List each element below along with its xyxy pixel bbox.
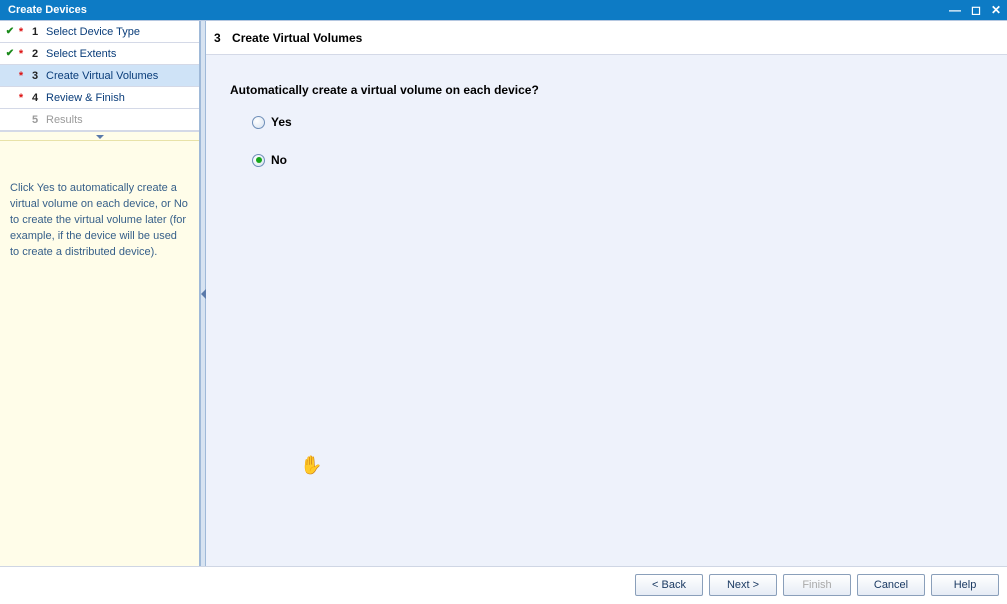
maximize-button[interactable]: ◻ [969, 4, 983, 16]
required-icon: * [16, 26, 26, 38]
step-review-finish[interactable]: * 4 Review & Finish [0, 87, 199, 109]
content: 3 Create Virtual Volumes Automatically c… [206, 21, 1007, 566]
radio-no[interactable]: No [252, 153, 983, 167]
content-body: Automatically create a virtual volume on… [206, 55, 1007, 566]
step-select-device-type[interactable]: ✔ * 1 Select Device Type [0, 21, 199, 43]
radio-yes[interactable]: Yes [252, 115, 983, 129]
step-number: 1 [26, 26, 44, 38]
help-toggle[interactable] [0, 131, 199, 141]
radio-no-label: No [271, 153, 287, 167]
help-panel: Click Yes to automatically create a virt… [0, 141, 199, 566]
finish-button: Finish [783, 574, 851, 596]
step-label: Results [44, 114, 83, 126]
step-number: 3 [26, 70, 44, 82]
required-icon: * [16, 92, 26, 104]
step-header-title: Create Virtual Volumes [232, 31, 362, 45]
radio-yes-label: Yes [271, 115, 292, 129]
titlebar: Create Devices — ◻ ✕ [0, 0, 1007, 20]
step-list: ✔ * 1 Select Device Type ✔ * 2 Select Ex… [0, 21, 199, 131]
cancel-button[interactable]: Cancel [857, 574, 925, 596]
radio-icon [252, 116, 265, 129]
window-title: Create Devices [8, 4, 947, 16]
footer: < Back Next > Finish Cancel Help [0, 566, 1007, 602]
help-button[interactable]: Help [931, 574, 999, 596]
step-header: 3 Create Virtual Volumes [206, 21, 1007, 55]
back-button[interactable]: < Back [635, 574, 703, 596]
step-select-extents[interactable]: ✔ * 2 Select Extents [0, 43, 199, 65]
radio-icon [252, 154, 265, 167]
step-label: Create Virtual Volumes [44, 70, 158, 82]
next-button[interactable]: Next > [709, 574, 777, 596]
close-button[interactable]: ✕ [989, 4, 1003, 16]
step-create-virtual-volumes[interactable]: * 3 Create Virtual Volumes [0, 65, 199, 87]
step-label: Review & Finish [44, 92, 125, 104]
step-results: 5 Results [0, 109, 199, 131]
sidebar: ✔ * 1 Select Device Type ✔ * 2 Select Ex… [0, 21, 200, 566]
required-icon: * [16, 48, 26, 60]
check-icon: ✔ [4, 26, 16, 37]
step-label: Select Device Type [44, 26, 140, 38]
step-header-num: 3 [214, 31, 221, 45]
question-label: Automatically create a virtual volume on… [230, 83, 983, 97]
check-icon: ✔ [4, 48, 16, 59]
required-icon: * [16, 70, 26, 82]
step-number: 2 [26, 48, 44, 60]
help-text: Click Yes to automatically create a virt… [10, 182, 188, 258]
step-number: 5 [26, 114, 44, 126]
cursor-icon: ✋ [300, 455, 322, 476]
step-label: Select Extents [44, 48, 116, 60]
minimize-button[interactable]: — [947, 4, 963, 16]
step-number: 4 [26, 92, 44, 104]
window-controls: — ◻ ✕ [947, 4, 1003, 16]
